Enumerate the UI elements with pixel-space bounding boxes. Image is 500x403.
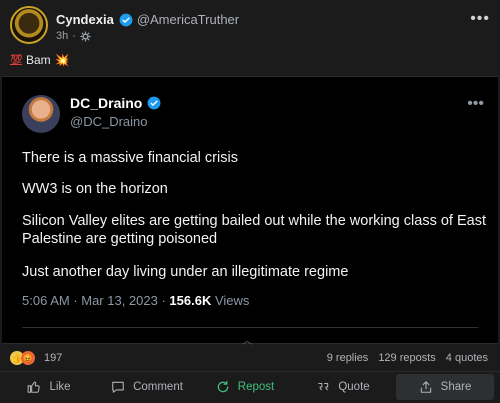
post-time[interactable]: 3h	[56, 30, 68, 42]
verified-badge-icon	[147, 96, 161, 110]
like-button[interactable]: Like	[0, 372, 98, 402]
replies-count[interactable]: 9 replies	[327, 352, 369, 364]
tweet-views-label: Views	[211, 293, 250, 308]
tweet-author-row: DC_Draino	[70, 95, 165, 111]
comment-bubble-icon	[112, 381, 124, 393]
share-upload-icon	[420, 381, 431, 393]
author-handle[interactable]: @AmericaTruther	[137, 12, 239, 27]
tweet-text-line: Just another day living under an illegit…	[22, 264, 349, 280]
share-label: Share	[440, 381, 472, 393]
comment-button[interactable]: Comment	[98, 372, 196, 402]
quotes-count[interactable]: 4 quotes	[446, 352, 488, 364]
repost-icon	[217, 380, 229, 393]
comment-label: Comment	[133, 381, 183, 393]
quote-label: Quote	[338, 381, 370, 393]
author-avatar[interactable]	[10, 6, 48, 44]
collision-emoji: 💥	[54, 53, 70, 67]
tweet-author-name: DC_Draino	[70, 95, 143, 111]
engagement-counts: 9 replies 129 reposts 4 quotes	[327, 352, 488, 364]
post-header: Cyndexia @AmericaTruther 3h · •••	[0, 0, 500, 50]
quote-marks-icon	[318, 382, 329, 391]
reaction-icons[interactable]: 👍 😡	[10, 351, 35, 365]
tweet-more-icon: •••	[467, 95, 484, 112]
repost-label: Repost	[237, 381, 275, 393]
thumbs-up-icon	[28, 381, 41, 393]
action-bar: Like Comment Repost Quote Share	[0, 371, 500, 402]
like-label: Like	[49, 381, 71, 393]
author-name[interactable]: Cyndexia	[56, 12, 114, 27]
tweet-text-line: There is a massive financial crisis	[22, 150, 238, 166]
privacy-gear-icon	[80, 30, 91, 42]
reaction-count[interactable]: 197	[44, 352, 62, 364]
post-meta: 3h ·	[56, 30, 91, 42]
tweet-footer: 5:06 AM · Mar 13, 2023 · 156.6K Views	[22, 293, 249, 308]
repost-button[interactable]: Repost	[196, 372, 294, 402]
quote-button[interactable]: Quote	[294, 372, 392, 402]
angry-reaction-icon: 😡	[21, 351, 35, 365]
post-more-options-icon[interactable]: •••	[470, 10, 490, 28]
caption-text: Bam	[25, 53, 51, 67]
tweet-author-avatar	[22, 95, 60, 133]
reposts-count[interactable]: 129 reposts	[378, 352, 435, 364]
hundred-points-emoji: 💯	[10, 54, 22, 66]
embedded-tweet-card[interactable]: DC_Draino @DC_Draino ••• There is a mass…	[2, 76, 498, 347]
tweet-timestamp: 5:06 AM · Mar 13, 2023 ·	[22, 293, 170, 308]
tweet-text-line: WW3 is on the horizon	[22, 181, 168, 197]
author-row: Cyndexia @AmericaTruther	[56, 12, 239, 27]
post-caption: 💯 Bam 💥	[10, 53, 70, 67]
expand-chevron-icon[interactable]: ︿	[242, 332, 252, 347]
share-button[interactable]: Share	[396, 374, 494, 400]
tweet-views-count: 156.6K	[169, 293, 212, 308]
reactions-summary: 👍 😡 197 9 replies 129 reposts 4 quotes	[0, 346, 500, 370]
tweet-text-line: Silicon Valley elites are getting bailed…	[22, 213, 486, 247]
tweet-divider	[22, 327, 478, 328]
verified-badge-icon	[119, 13, 133, 26]
separator-dot: ·	[72, 30, 76, 42]
tweet-author-handle: @DC_Draino	[70, 114, 148, 129]
